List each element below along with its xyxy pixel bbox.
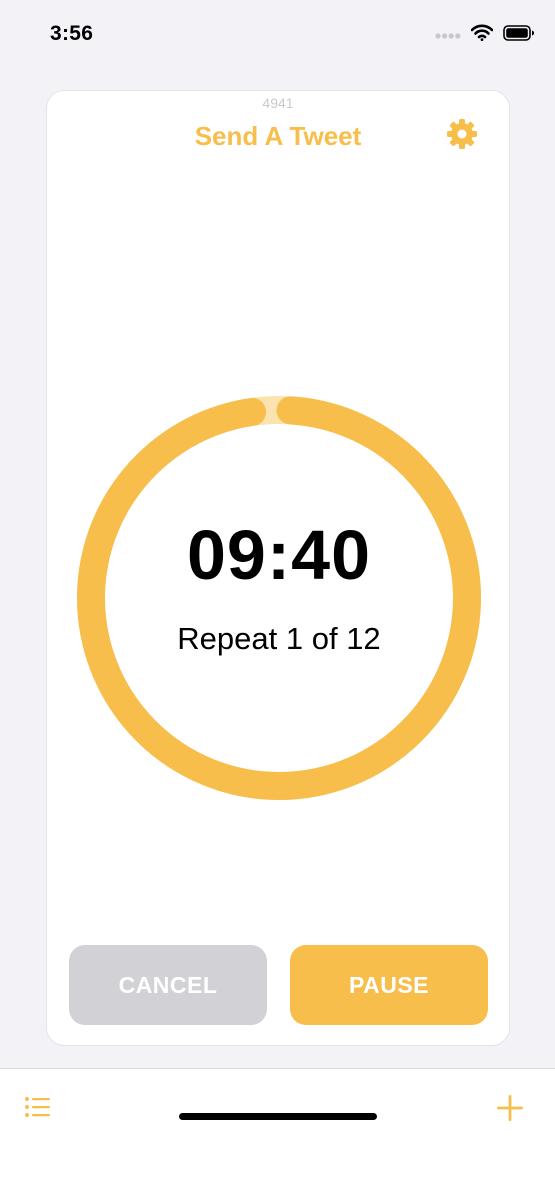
signal-dots-icon	[435, 26, 461, 44]
time-remaining: 09:40	[186, 516, 372, 594]
timer-card: 4941 Send A Tweet 09:40 Repeat 1 of 12 C…	[46, 90, 510, 1046]
add-timer-button[interactable]	[495, 1093, 531, 1129]
cancel-button[interactable]: CANCEL	[69, 945, 267, 1025]
wifi-icon	[470, 24, 494, 46]
timer-id: 4941	[262, 95, 294, 111]
list-icon	[24, 1097, 52, 1123]
timer-title: Send A Tweet	[194, 121, 362, 151]
status-time: 3:56	[50, 22, 94, 45]
plus-icon	[495, 1095, 525, 1127]
status-icons	[435, 24, 535, 46]
repeat-counter: Repeat 1 of 12	[177, 621, 381, 656]
list-button[interactable]	[24, 1095, 56, 1127]
gear-icon	[446, 118, 478, 155]
progress-ring-fill	[77, 396, 481, 800]
battery-icon	[503, 24, 535, 46]
progress-ring: 09:40 Repeat 1 of 12	[76, 395, 482, 801]
settings-button[interactable]	[445, 118, 479, 155]
status-bar: 3:56	[0, 0, 555, 70]
home-indicator	[179, 1113, 377, 1120]
pause-button[interactable]: PAUSE	[290, 945, 488, 1025]
bottom-toolbar	[0, 1068, 555, 1200]
